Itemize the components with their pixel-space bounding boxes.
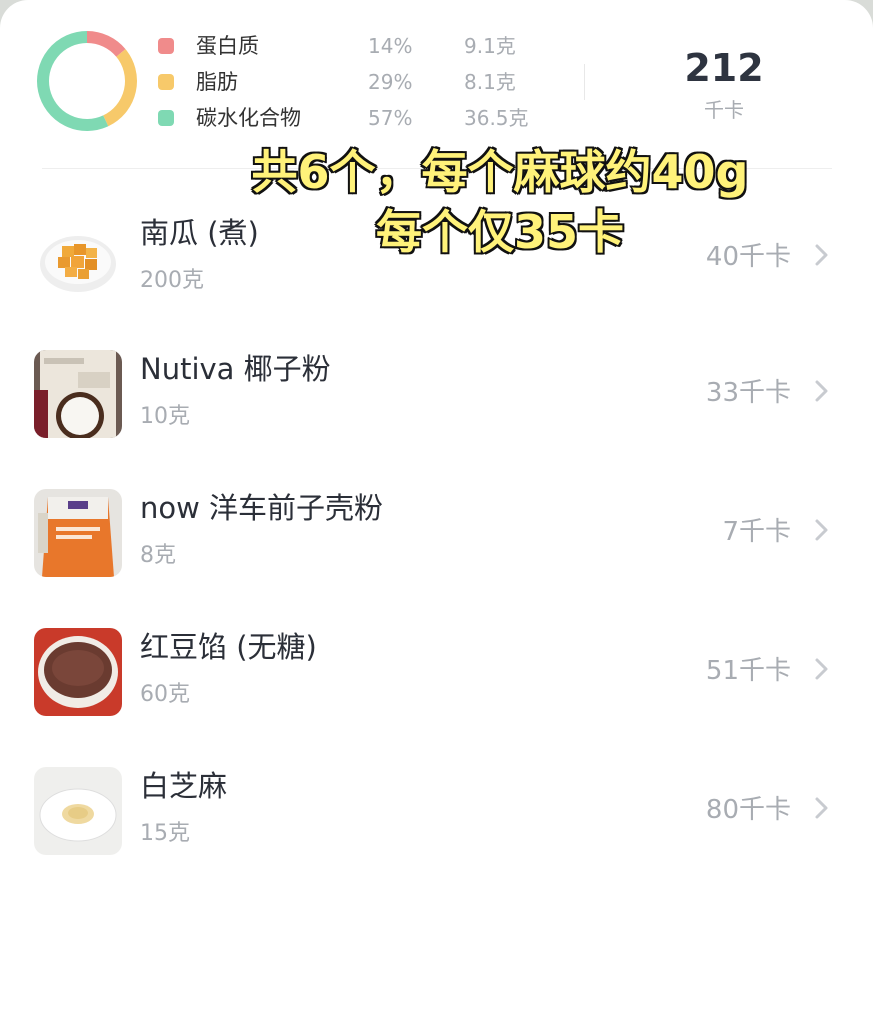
overlay-caption: 共6个，每个麻球约40g 每个仅35卡 [200,142,800,262]
carbs-segment [37,31,109,131]
chevron-right-icon [815,380,828,402]
macro-legend: 蛋白质 14% 9.1克 脂肪 29% 8.1克 碳水化合物 57% 36.5克 [156,30,576,138]
food-name: Nutiva 椰子粉 [140,352,331,386]
food-item-psyllium-husk[interactable]: now 洋车前子壳粉 8克 7千卡 [0,471,873,610]
macro-row-fat: 脂肪 29% 8.1克 [156,66,576,102]
macro-name: 蛋白质 [196,34,259,58]
carbs-color-dot [158,110,174,126]
food-item-red-bean-paste[interactable]: 红豆馅 (无糖) 60克 51千卡 [0,610,873,749]
food-calories: 51千卡 [705,656,791,686]
chevron-right-icon [815,658,828,680]
pumpkin-thumbnail [34,214,122,302]
food-quantity: 200克 [140,268,204,293]
food-calories: 33千卡 [705,378,791,408]
food-name: 红豆馅 (无糖) [140,630,317,664]
coconut-flour-thumbnail [34,350,122,438]
food-quantity: 60克 [140,682,190,707]
food-quantity: 15克 [140,821,190,846]
food-item-coconut-flour[interactable]: Nutiva 椰子粉 10克 33千卡 [0,332,873,471]
overlay-line-2: 每个仅35卡 [374,204,625,261]
macro-name: 碳水化合物 [196,106,301,130]
macro-row-protein: 蛋白质 14% 9.1克 [156,30,576,66]
food-calories: 7千卡 [722,517,791,547]
macro-name: 脂肪 [196,70,238,94]
total-calories: 212 [684,46,764,90]
macro-percent: 14% [368,34,413,58]
food-quantity: 8克 [140,543,176,568]
food-name: now 洋车前子壳粉 [140,491,384,525]
total-calories-unit: 千卡 [704,98,744,122]
macro-row-carbs: 碳水化合物 57% 36.5克 [156,102,576,138]
protein-color-dot [158,38,174,54]
food-item-white-sesame[interactable]: 白芝麻 15克 80千卡 [0,749,873,888]
fat-segment [102,49,137,127]
white-sesame-thumbnail [34,767,122,855]
macro-percent: 57% [368,106,413,130]
red-bean-paste-thumbnail [34,628,122,716]
summary-divider [584,64,585,100]
food-name: 白芝麻 [140,769,228,803]
psyllium-husk-thumbnail [34,489,122,577]
macro-grams: 8.1克 [464,70,516,94]
food-log-card: 蛋白质 14% 9.1克 脂肪 29% 8.1克 碳水化合物 57% 36.5克… [0,0,873,1024]
food-calories: 80千卡 [705,795,791,825]
macro-grams: 36.5克 [464,106,529,130]
protein-segment [86,31,126,57]
macro-percent: 29% [368,70,413,94]
food-quantity: 10克 [140,404,190,429]
fat-color-dot [158,74,174,90]
chevron-right-icon [815,519,828,541]
overlay-line-1: 共6个，每个麻球约40g [250,144,750,201]
macro-grams: 9.1克 [464,34,516,58]
chevron-right-icon [815,244,828,266]
macro-donut-chart [37,31,137,131]
chevron-right-icon [815,797,828,819]
